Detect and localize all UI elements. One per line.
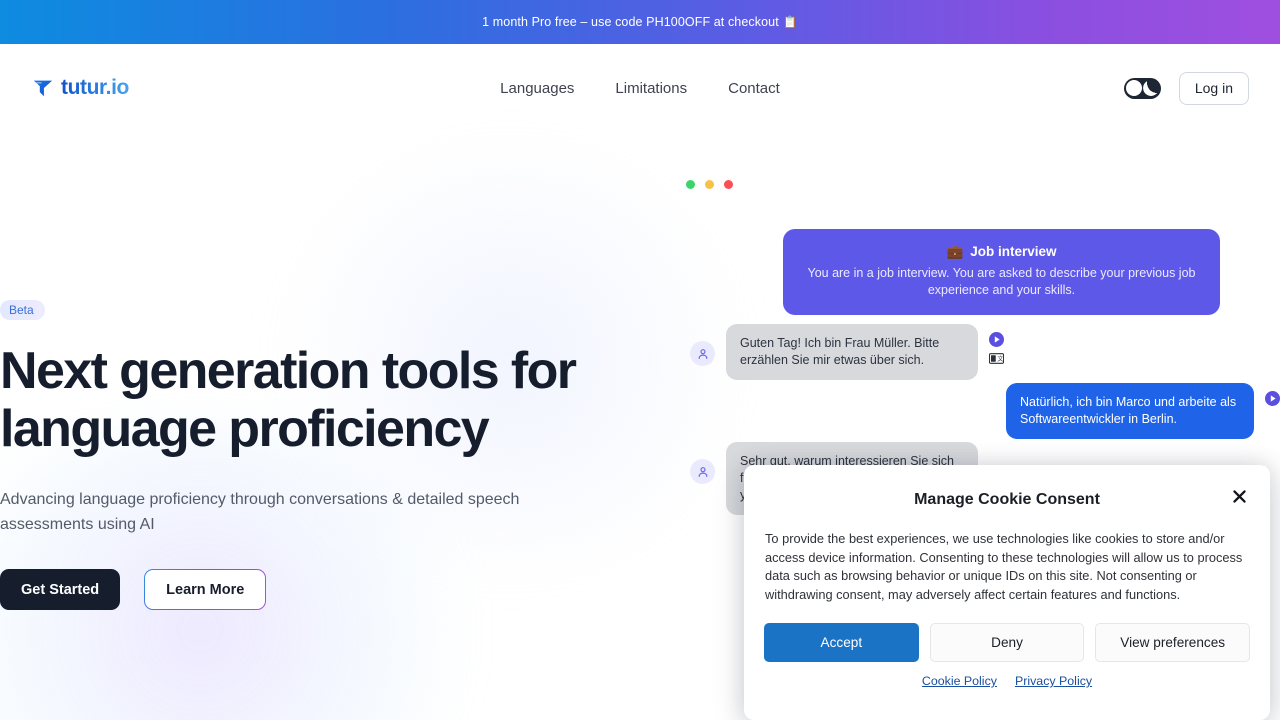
beta-badge: Beta <box>0 300 45 320</box>
accept-cookies-button[interactable]: Accept <box>764 623 919 662</box>
deny-cookies-button[interactable]: Deny <box>929 623 1085 662</box>
header-actions: Log in <box>1123 71 1249 105</box>
message-actions: 文 <box>989 332 1004 364</box>
chat-message-bot-1: Guten Tag! Ich bin Frau Müller. Bitte er… <box>690 324 1004 380</box>
get-started-button[interactable]: Get Started <box>0 569 121 610</box>
chat-bubble-text: Guten Tag! Ich bin Frau Müller. Bitte er… <box>726 324 978 380</box>
person-icon <box>698 348 707 359</box>
sun-icon <box>1125 80 1142 96</box>
svg-text:文: 文 <box>997 355 1003 363</box>
learn-more-button[interactable]: Learn More <box>144 569 266 610</box>
main-navigation: Languages Limitations Contact <box>500 80 780 97</box>
promo-banner[interactable]: 1 month Pro free – use code PH100OFF at … <box>0 0 1280 44</box>
scenario-title: Job interview <box>970 244 1057 259</box>
window-dot-red <box>724 180 733 189</box>
logo-text: tutur.io <box>61 76 129 99</box>
window-dot-yellow <box>705 180 714 189</box>
briefcase-icon: 💼 <box>946 244 964 259</box>
login-button[interactable]: Log in <box>1178 71 1249 105</box>
avatar <box>690 341 715 366</box>
play-audio-icon[interactable] <box>989 332 1004 347</box>
nav-item-contact[interactable]: Contact <box>728 80 780 97</box>
hero-cta-group: Get Started Learn More <box>0 569 640 610</box>
nav-item-limitations[interactable]: Limitations <box>615 80 687 97</box>
logo[interactable]: tutur.io <box>32 76 129 100</box>
promo-banner-text: 1 month Pro free – use code PH100OFF at … <box>482 15 779 29</box>
cookie-dialog-body: To provide the best experiences, we use … <box>765 531 1243 602</box>
chat-bubble-text: Natürlich, ich bin Marco und arbeite als… <box>1006 383 1254 439</box>
close-icon[interactable] <box>1228 485 1250 507</box>
close-x-icon <box>1232 489 1246 503</box>
cookie-consent-dialog: Manage Cookie Consent To provide the bes… <box>744 465 1270 720</box>
site-header: tutur.io Languages Limitations Contact L… <box>0 44 1280 132</box>
translate-icon[interactable]: 文 <box>989 353 1004 364</box>
scenario-title-row: 💼 Job interview <box>807 242 1196 262</box>
cookie-dialog-header: Manage Cookie Consent <box>764 483 1250 517</box>
play-audio-icon[interactable] <box>1265 391 1280 406</box>
privacy-policy-link[interactable]: Privacy Policy <box>1015 674 1092 688</box>
hero-subtitle: Advancing language proficiency through c… <box>0 491 520 533</box>
window-dot-green <box>686 180 695 189</box>
scenario-description: You are in a job interview. You are aske… <box>807 266 1196 297</box>
cookie-dialog-title: Manage Cookie Consent <box>914 491 1100 508</box>
avatar <box>690 459 715 484</box>
promo-banner-content: 1 month Pro free – use code PH100OFF at … <box>482 15 798 29</box>
person-icon <box>698 466 707 477</box>
paper-plane-logo-icon <box>33 80 53 97</box>
message-actions <box>1265 391 1280 406</box>
chat-message-user-1: Natürlich, ich bin Marco und arbeite als… <box>1006 383 1280 439</box>
hero-section: Beta Next generation tools for language … <box>0 300 640 610</box>
cookie-dialog-actions: Accept Deny View preferences <box>764 623 1251 662</box>
window-controls <box>686 180 733 189</box>
view-preferences-button[interactable]: View preferences <box>1095 623 1251 662</box>
hero-title: Next generation tools for language profi… <box>0 342 577 458</box>
moon-icon <box>1142 80 1159 96</box>
scenario-card: 💼 Job interview You are in a job intervi… <box>783 229 1220 315</box>
theme-toggle[interactable] <box>1123 77 1161 99</box>
clipboard-icon: 📋 <box>782 15 798 29</box>
cookie-policy-link[interactable]: Cookie Policy <box>922 674 997 688</box>
nav-item-languages[interactable]: Languages <box>500 80 574 97</box>
cookie-dialog-links: Cookie Policy Privacy Policy <box>764 674 1250 688</box>
